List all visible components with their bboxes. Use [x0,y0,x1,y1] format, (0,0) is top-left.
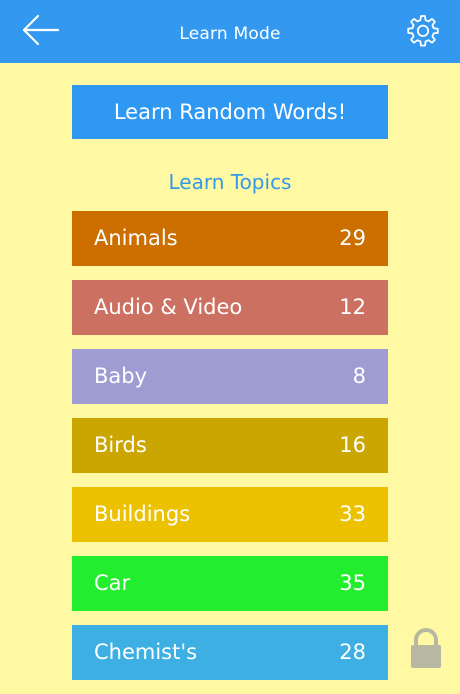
topic-row-baby[interactable]: Baby 8 [72,349,388,404]
topic-word-count: 28 [339,640,366,664]
topic-row-buildings[interactable]: Buildings 33 [72,487,388,542]
topic-row-chemists[interactable]: Chemist's 28 [72,625,388,680]
topic-list: Animals 29 Audio & Video 12 Baby 8 Birds… [72,211,388,694]
topic-name: Car [94,571,131,595]
lock-icon [411,628,441,668]
page-title: Learn Mode [179,24,281,44]
topic-row-animals[interactable]: Animals 29 [72,211,388,266]
gear-icon [407,15,439,47]
topic-name: Chemist's [94,640,198,664]
topic-row-car[interactable]: Car 35 [72,556,388,611]
settings-button[interactable] [406,14,440,48]
topic-name: Baby [94,364,148,388]
topic-word-count: 35 [339,571,366,595]
topic-name: Buildings [94,502,191,526]
learn-random-words-button[interactable]: Learn Random Words! [72,85,388,139]
learn-topics-heading: Learn Topics [168,170,292,194]
topic-name: Birds [94,433,147,457]
topic-word-count: 12 [339,295,366,319]
topic-word-count: 16 [339,433,366,457]
topic-word-count: 33 [339,502,366,526]
topic-row-audio-video[interactable]: Audio & Video 12 [72,280,388,335]
topic-name: Audio & Video [94,295,243,319]
topic-word-count: 29 [339,226,366,250]
topic-name: Animals [94,226,178,250]
topic-row-birds[interactable]: Birds 16 [72,418,388,473]
top-bar: Learn Mode [0,0,460,63]
topic-word-count: 8 [352,364,366,388]
